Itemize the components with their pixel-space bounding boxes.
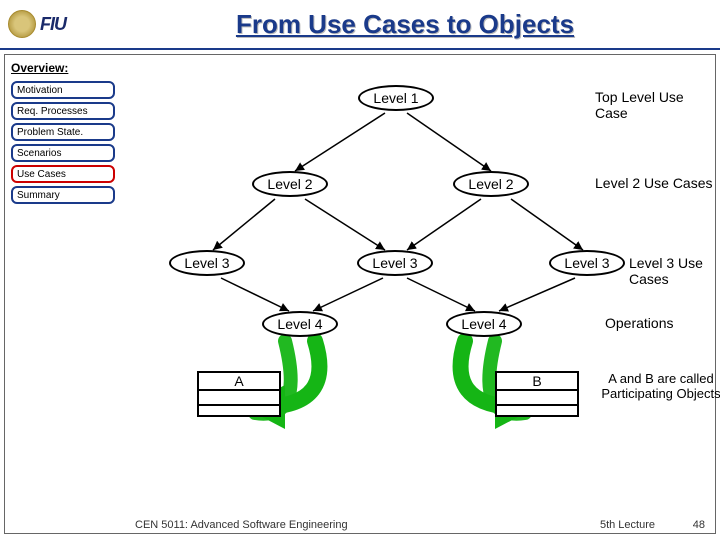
sidebar-item-motivation[interactable]: Motivation bbox=[11, 81, 115, 99]
sidebar-item-summary[interactable]: Summary bbox=[11, 186, 115, 204]
sidebar-item-scenarios[interactable]: Scenarios bbox=[11, 144, 115, 162]
node-level1: Level 1 bbox=[358, 85, 434, 111]
node-level3-left: Level 3 bbox=[169, 250, 245, 276]
node-level4-right: Level 4 bbox=[446, 311, 522, 337]
row-label-operations: Operations bbox=[605, 315, 673, 331]
sidebar-item-req-processes[interactable]: Req. Processes bbox=[11, 102, 115, 120]
sidebar: Motivation Req. Processes Problem State.… bbox=[11, 81, 115, 207]
page-title: From Use Cases to Objects bbox=[98, 9, 712, 40]
node-level2-right: Level 2 bbox=[453, 171, 529, 197]
logo-text: FIU bbox=[40, 14, 66, 35]
row-label-level2: Level 2 Use Cases bbox=[595, 175, 713, 191]
object-a-label: A bbox=[199, 373, 279, 389]
title-bar: FIU From Use Cases to Objects bbox=[0, 0, 720, 50]
footer-page: 48 bbox=[693, 519, 705, 531]
node-level2-left: Level 2 bbox=[252, 171, 328, 197]
row-label-top: Top Level Use Case bbox=[595, 89, 715, 121]
footer-course: CEN 5011: Advanced Software Engineering bbox=[135, 519, 348, 531]
sidebar-item-use-cases[interactable]: Use Cases bbox=[11, 165, 115, 183]
sidebar-item-problem-state[interactable]: Problem State. bbox=[11, 123, 115, 141]
object-a: A bbox=[197, 371, 281, 417]
fiu-logo: FIU bbox=[8, 4, 98, 44]
slide-body: Overview: Motivation Req. Processes Prob… bbox=[4, 54, 716, 534]
row-label-participating: A and B are called Participating Objects bbox=[601, 371, 720, 401]
row-label-level3: Level 3 Use Cases bbox=[629, 255, 715, 287]
node-level3-right: Level 3 bbox=[549, 250, 625, 276]
diagram-connectors bbox=[135, 65, 715, 495]
node-level3-mid: Level 3 bbox=[357, 250, 433, 276]
object-b-label: B bbox=[497, 373, 577, 389]
node-level4-left: Level 4 bbox=[262, 311, 338, 337]
diagram-area: Level 1 Level 2 Level 2 Level 3 Level 3 … bbox=[135, 65, 715, 495]
footer-lecture: 5th Lecture bbox=[600, 519, 655, 531]
logo-seal-icon bbox=[8, 10, 36, 38]
object-b: B bbox=[495, 371, 579, 417]
